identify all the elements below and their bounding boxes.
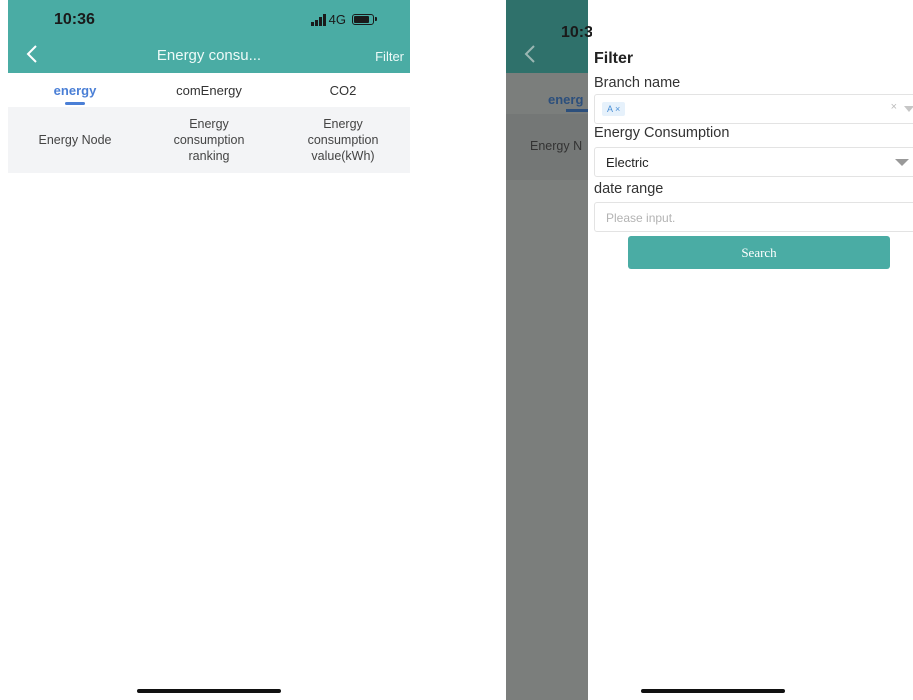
selected-branch-chip[interactable]: A ×	[602, 102, 626, 116]
dimmed-tab-energy: energ	[548, 92, 584, 107]
energy-consumption-value: Electric	[606, 155, 649, 170]
dimmed-column-header: Energy N	[530, 139, 583, 153]
dimmed-nav-bar	[506, 40, 588, 73]
dimmed-background-overlay[interactable]: energ Energy N	[506, 0, 588, 700]
network-indicator: 4G	[310, 12, 377, 27]
table-header: Energy Node Energy consumption ranking E…	[8, 107, 410, 173]
filter-button[interactable]: Filter	[375, 49, 404, 64]
network-type: 4G	[328, 12, 346, 27]
page-title: Energy consu...	[156, 47, 262, 64]
energy-consumption-label: Energy Consumption	[594, 125, 730, 141]
nav-bar: Energy consu... Filter	[8, 40, 410, 73]
search-button[interactable]: Search	[628, 236, 890, 269]
home-indicator[interactable]	[641, 689, 785, 693]
signal-icon	[310, 13, 326, 26]
tab-label: comEnergy	[176, 83, 242, 98]
tab-comenergy[interactable]: comEnergy	[142, 73, 276, 107]
filter-panel: Filter Branch name A × × Energy Consumpt…	[592, 0, 913, 700]
status-time: 10:36	[54, 11, 95, 28]
tab-label: energy	[53, 83, 97, 98]
column-header-energy-node: Energy Node	[38, 133, 112, 147]
dimmed-back-icon	[524, 44, 536, 70]
column-header-ranking: Energy consumption ranking	[173, 117, 245, 163]
active-tab-indicator	[65, 102, 85, 105]
dimmed-tab-indicator	[566, 109, 588, 112]
branch-name-label: Branch name	[594, 75, 681, 91]
date-range-input[interactable]: Please input.	[594, 202, 913, 232]
tab-energy[interactable]: energy	[8, 73, 142, 107]
status-bar: 10:36 4G	[8, 0, 410, 40]
energy-ranking-screen: 10:36 4G Energy consu... Filter energy c…	[8, 0, 410, 700]
chevron-down-icon[interactable]	[895, 159, 909, 166]
branch-name-select[interactable]: A × ×	[594, 94, 913, 124]
column-header-value: Energy consumption value(kWh)	[307, 117, 379, 163]
chevron-down-icon[interactable]	[904, 106, 913, 112]
energy-consumption-select[interactable]: Electric	[594, 147, 913, 177]
clear-icon[interactable]: ×	[891, 101, 897, 113]
tab-bar: energy comEnergy CO2	[8, 73, 410, 107]
filter-screen: energ Energy N 10:36 4G Filter Branch na…	[506, 0, 913, 700]
filter-panel-title: Filter	[594, 50, 634, 67]
tab-label: CO2	[329, 83, 357, 98]
battery-icon	[352, 14, 377, 25]
tab-co2[interactable]: CO2	[276, 73, 410, 107]
home-indicator[interactable]	[137, 689, 281, 693]
date-range-placeholder: Please input.	[606, 211, 676, 225]
date-range-label: date range	[594, 181, 664, 197]
